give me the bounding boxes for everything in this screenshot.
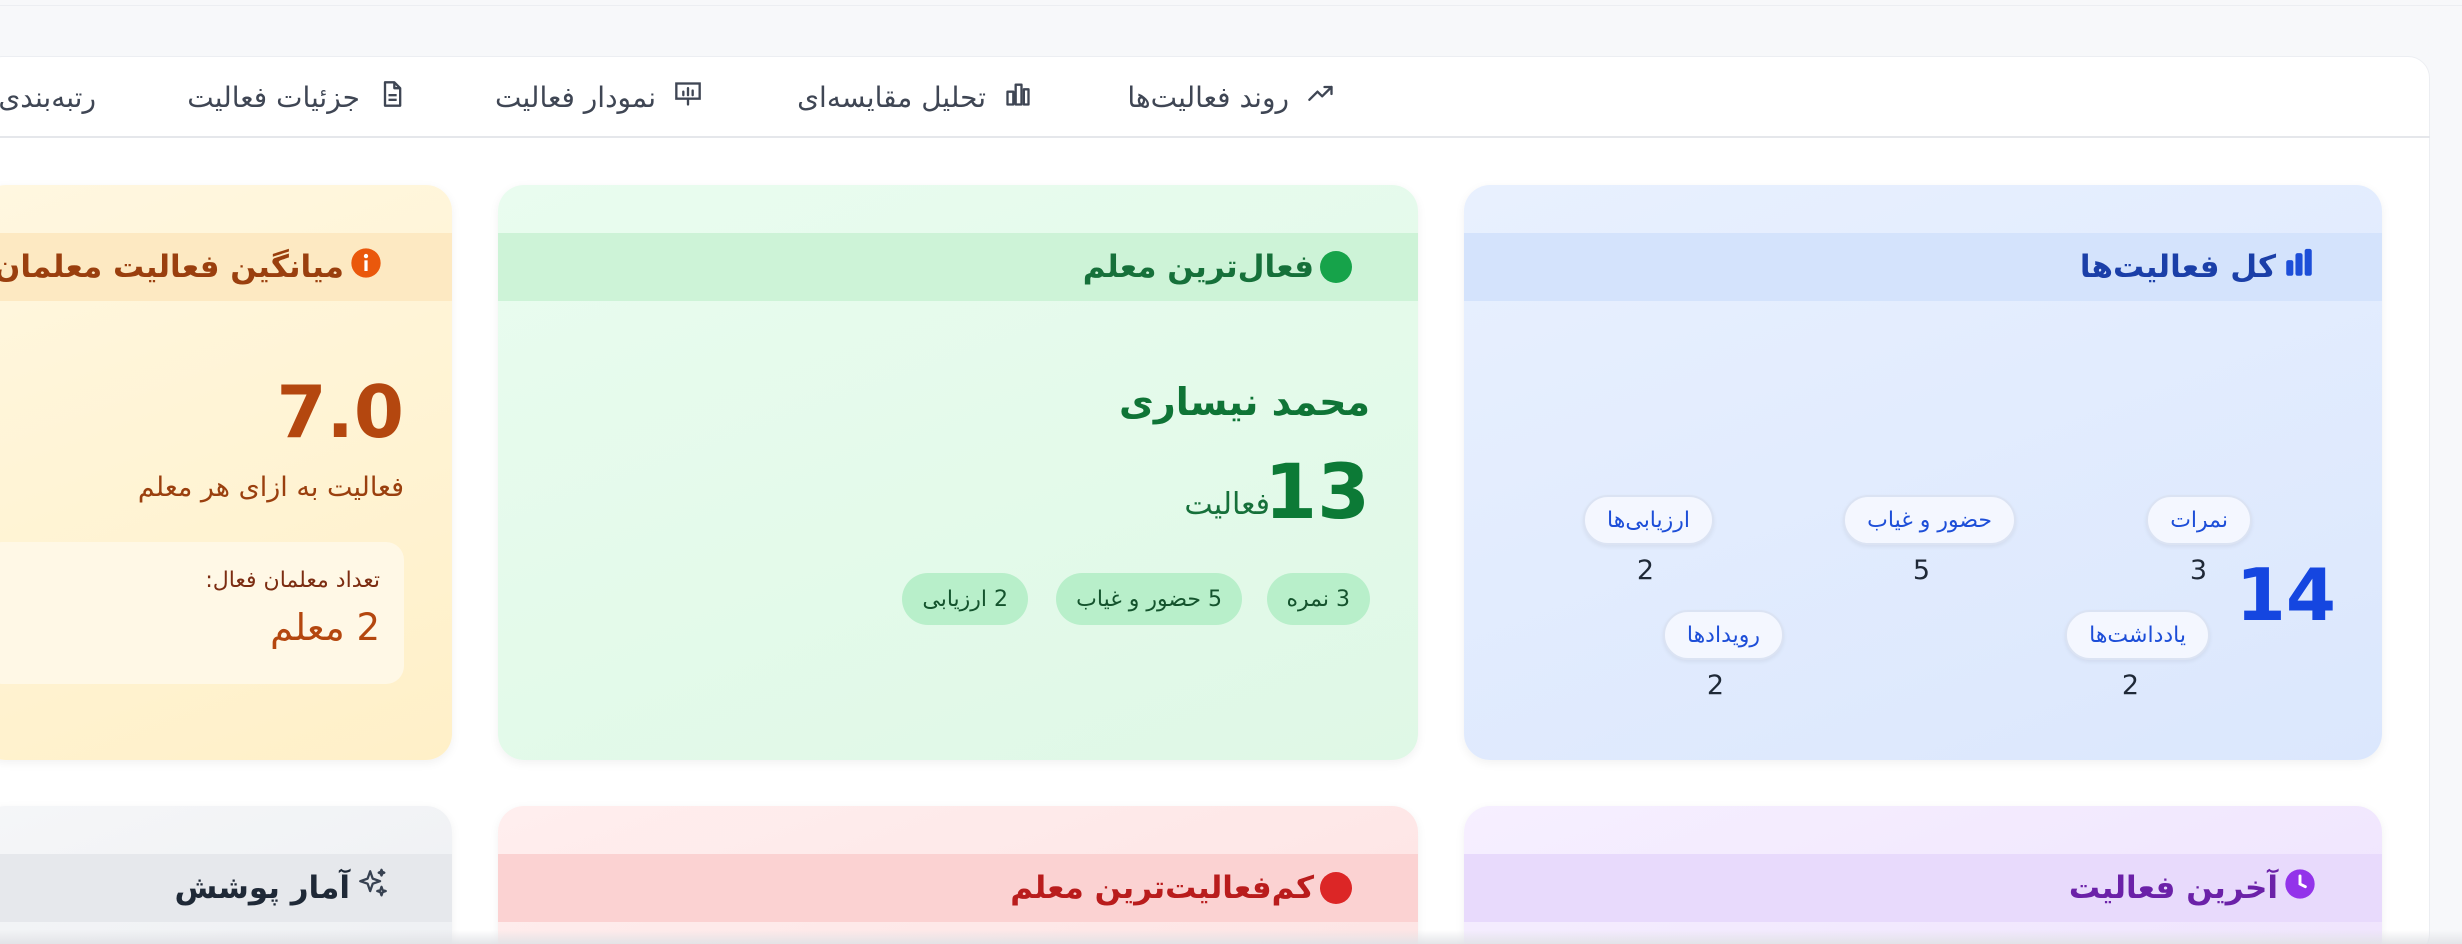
coverage-stats-card: آمار پوشش [0,806,452,944]
average-activity-card: میانگین فعالیت معلمان 7.0 فعالیت به ازای… [0,185,452,760]
top-strip [0,0,2462,6]
tab-activity-details[interactable]: جزئیات فعالیت [187,56,406,138]
tab-bar: روند فعالیت‌ها تحلیل مقایسه‌ای نمودار فع… [0,56,2430,138]
card-header: فعال‌ترین معلم [498,233,1418,301]
card-title: آخرین فعالیت [2068,870,2278,906]
bottom-fade [0,930,2462,944]
card-title: میانگین فعالیت معلمان [0,249,344,285]
breakdown-value-assessments: 2 [1636,555,1654,586]
card-title: کم‌فعالیت‌ترین معلم [1010,870,1314,906]
card-header: آخرین فعالیت [1464,854,2382,922]
breakdown-value-events: 2 [1706,670,1724,701]
average-value: 7.0 [276,370,404,454]
tab-label: تحلیل مقایسه‌ای [797,80,986,114]
activity-count: 13 [1264,447,1370,536]
most-active-teacher-card: فعال‌ترین معلم محمد نیساری 13 فعالیت 3 ن… [498,185,1418,760]
tab-activity-chart[interactable]: نمودار فعالیت [495,56,702,138]
pill-assessments: 2 ارزیابی [902,573,1028,625]
card-title: فعال‌ترین معلم [1082,249,1314,285]
trending-up-icon [1307,80,1335,115]
breakdown-value-notes: 2 [2121,670,2139,701]
breakdown-value-grades: 3 [2189,555,2207,586]
breakdown-chip-events[interactable]: رویدادها [1662,610,1784,660]
pill-grades: 3 نمره [1266,573,1370,625]
breakdown-chip-grades[interactable]: نمرات [2146,495,2252,545]
breakdown-value-attendance: 5 [1912,555,1930,586]
bar-chart-icon [2282,246,2316,288]
presentation-chart-icon [674,80,702,115]
card-header: کم‌فعالیت‌ترین معلم [498,854,1418,922]
clock-icon [2284,868,2316,908]
card-title: کل فعالیت‌ها [2079,249,2276,285]
tab-ranking[interactable]: رتبه‌بندی مع [0,56,96,138]
sparkles-icon [356,867,390,909]
tab-comparative-analysis[interactable]: تحلیل مقایسه‌ای [797,56,1032,138]
card-header: میانگین فعالیت معلمان [0,233,452,301]
average-caption: فعالیت به ازای هر معلم [137,472,404,503]
bar-compare-icon [1004,80,1032,115]
least-active-teacher-card: کم‌فعالیت‌ترین معلم [498,806,1418,944]
pill-attendance: 5 حضور و غیاب [1056,573,1242,625]
total-count: 14 [2235,553,2336,637]
last-activity-card: آخرین فعالیت [1464,806,2382,944]
tab-label: جزئیات فعالیت [187,80,360,114]
activity-unit: فعالیت [1184,487,1270,522]
card-title: آمار پوشش [174,870,350,906]
document-icon [378,80,406,115]
red-circle-icon [1320,872,1352,904]
tab-label: نمودار فعالیت [494,80,656,114]
active-teachers-box: تعداد معلمان فعال: 2 معلم [0,542,404,684]
info-icon [350,247,382,287]
card-header: کل فعالیت‌ها [1464,233,2382,301]
tab-label: رتبه‌بندی مع [0,80,96,114]
card-header: آمار پوشش [0,854,452,922]
tab-label: روند فعالیت‌ها [1127,80,1289,114]
tab-activity-trend[interactable]: روند فعالیت‌ها [1127,56,1335,138]
breakdown-chip-assessments[interactable]: ارزیابی‌ها [1583,495,1714,545]
total-activities-card: کل فعالیت‌ها 14 نمرات 3 حضور و غیاب 5 ار… [1464,185,2382,760]
breakdown-chip-attendance[interactable]: حضور و غیاب [1843,495,2016,545]
active-teachers-label: تعداد معلمان فعال: [205,568,380,593]
teacher-name: محمد نیساری [1119,380,1370,424]
breakdown-chip-notes[interactable]: یادداشت‌ها [2065,610,2210,660]
green-circle-icon [1320,251,1352,283]
active-teachers-value: 2 معلم [270,606,380,649]
